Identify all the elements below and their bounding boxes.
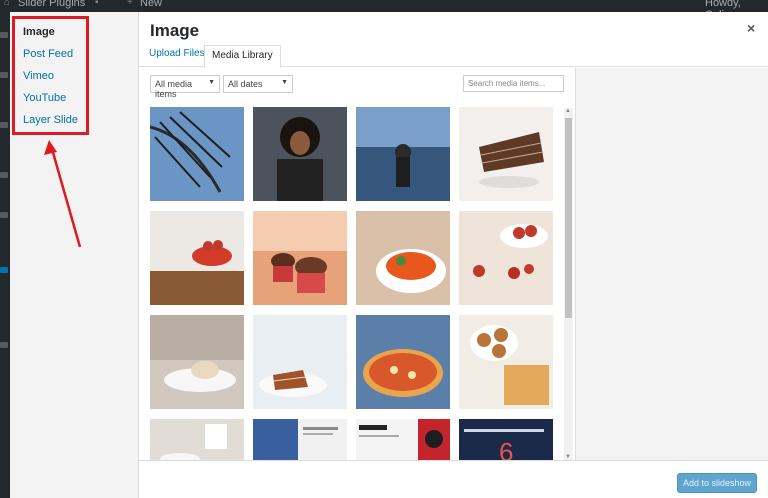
thumbnail-webpool-website[interactable]: [356, 419, 450, 460]
media-icon: [0, 122, 8, 128]
close-icon[interactable]: ×: [747, 20, 755, 36]
search-input[interactable]: Search media items...: [463, 75, 564, 92]
modal-toolbar: Add to slideshow: [139, 460, 768, 498]
media-menu: Image Post Feed Vimeo YouTube Layer Slid…: [10, 12, 139, 498]
scrollbar-thumb[interactable]: [565, 118, 572, 318]
site-name-link[interactable]: Slider Plugins: [18, 0, 85, 9]
tab-media-library[interactable]: Media Library: [204, 45, 281, 68]
wp-admin-sidebar: [0, 12, 10, 498]
thumbnail-palm-leaves[interactable]: [150, 107, 244, 201]
plus-icon: +: [127, 0, 133, 8]
thumbnail-web-animation-site[interactable]: 6: [459, 419, 553, 460]
wp-admin-bar: ⌂ Slider Plugins ▪ + New Howdy, Colin: [0, 0, 768, 21]
thumbnail-blue-website[interactable]: [253, 419, 347, 460]
thumbnail-chocolate-cake-slice[interactable]: [459, 107, 553, 201]
thumbnail-vegetable-bowl[interactable]: [356, 211, 450, 305]
new-link[interactable]: New: [140, 0, 162, 9]
comments-menu-icon: [0, 212, 8, 218]
thumbnail-woman-in-sea[interactable]: [356, 107, 450, 201]
media-type-filter[interactable]: All media items ▼: [150, 75, 220, 99]
tab-upload-files[interactable]: Upload Files: [149, 48, 205, 59]
thumbnail-cake-plate[interactable]: [253, 315, 347, 409]
media-modal: Image Post Feed Vimeo YouTube Layer Slid…: [10, 12, 768, 498]
media-frame: Image × Upload Files Media Library All m…: [139, 12, 768, 498]
home-icon[interactable]: ⌂: [4, 0, 10, 8]
active-menu-icon: [0, 267, 8, 273]
thumbnail-strawberries-bowl-table[interactable]: [150, 211, 244, 305]
dropdown-caret-icon: ▼: [281, 79, 288, 86]
thumbnail-pizza[interactable]: [356, 315, 450, 409]
settings-icon: [0, 342, 8, 348]
thumbnail-strawberries-bowl[interactable]: [459, 211, 553, 305]
media-type-value: All media items: [155, 79, 193, 99]
thumbnail-cinnamon-rolls[interactable]: [459, 315, 553, 409]
thumbnail-pastry-cafe[interactable]: [150, 315, 244, 409]
annotation-arrow: [44, 140, 82, 248]
grid-scrollbar[interactable]: ▲ ▼: [564, 108, 573, 460]
pages-icon: [0, 172, 8, 178]
date-filter-value: All dates: [228, 79, 263, 89]
scroll-up-icon[interactable]: ▲: [565, 108, 571, 114]
thumbnail-coffee-cup[interactable]: [150, 419, 244, 460]
date-filter[interactable]: All dates ▼: [223, 75, 293, 93]
modal-title: Image: [150, 21, 200, 40]
svg-text:6: 6: [499, 437, 513, 460]
dashboard-icon: [0, 32, 8, 38]
thumbnail-woman-curly-hair[interactable]: [253, 107, 347, 201]
thumbnail-cupcake[interactable]: [253, 211, 347, 305]
router-tabs: Upload Files Media Library: [139, 45, 768, 68]
attachment-details-sidebar: [575, 68, 768, 460]
annotation-highlight-box: [12, 16, 89, 135]
comments-icon[interactable]: ▪: [95, 0, 99, 8]
posts-icon: [0, 72, 8, 78]
add-to-slideshow-button[interactable]: Add to slideshow: [677, 473, 757, 493]
attachments-grid: 6: [139, 102, 575, 460]
dropdown-caret-icon: ▼: [208, 79, 215, 86]
